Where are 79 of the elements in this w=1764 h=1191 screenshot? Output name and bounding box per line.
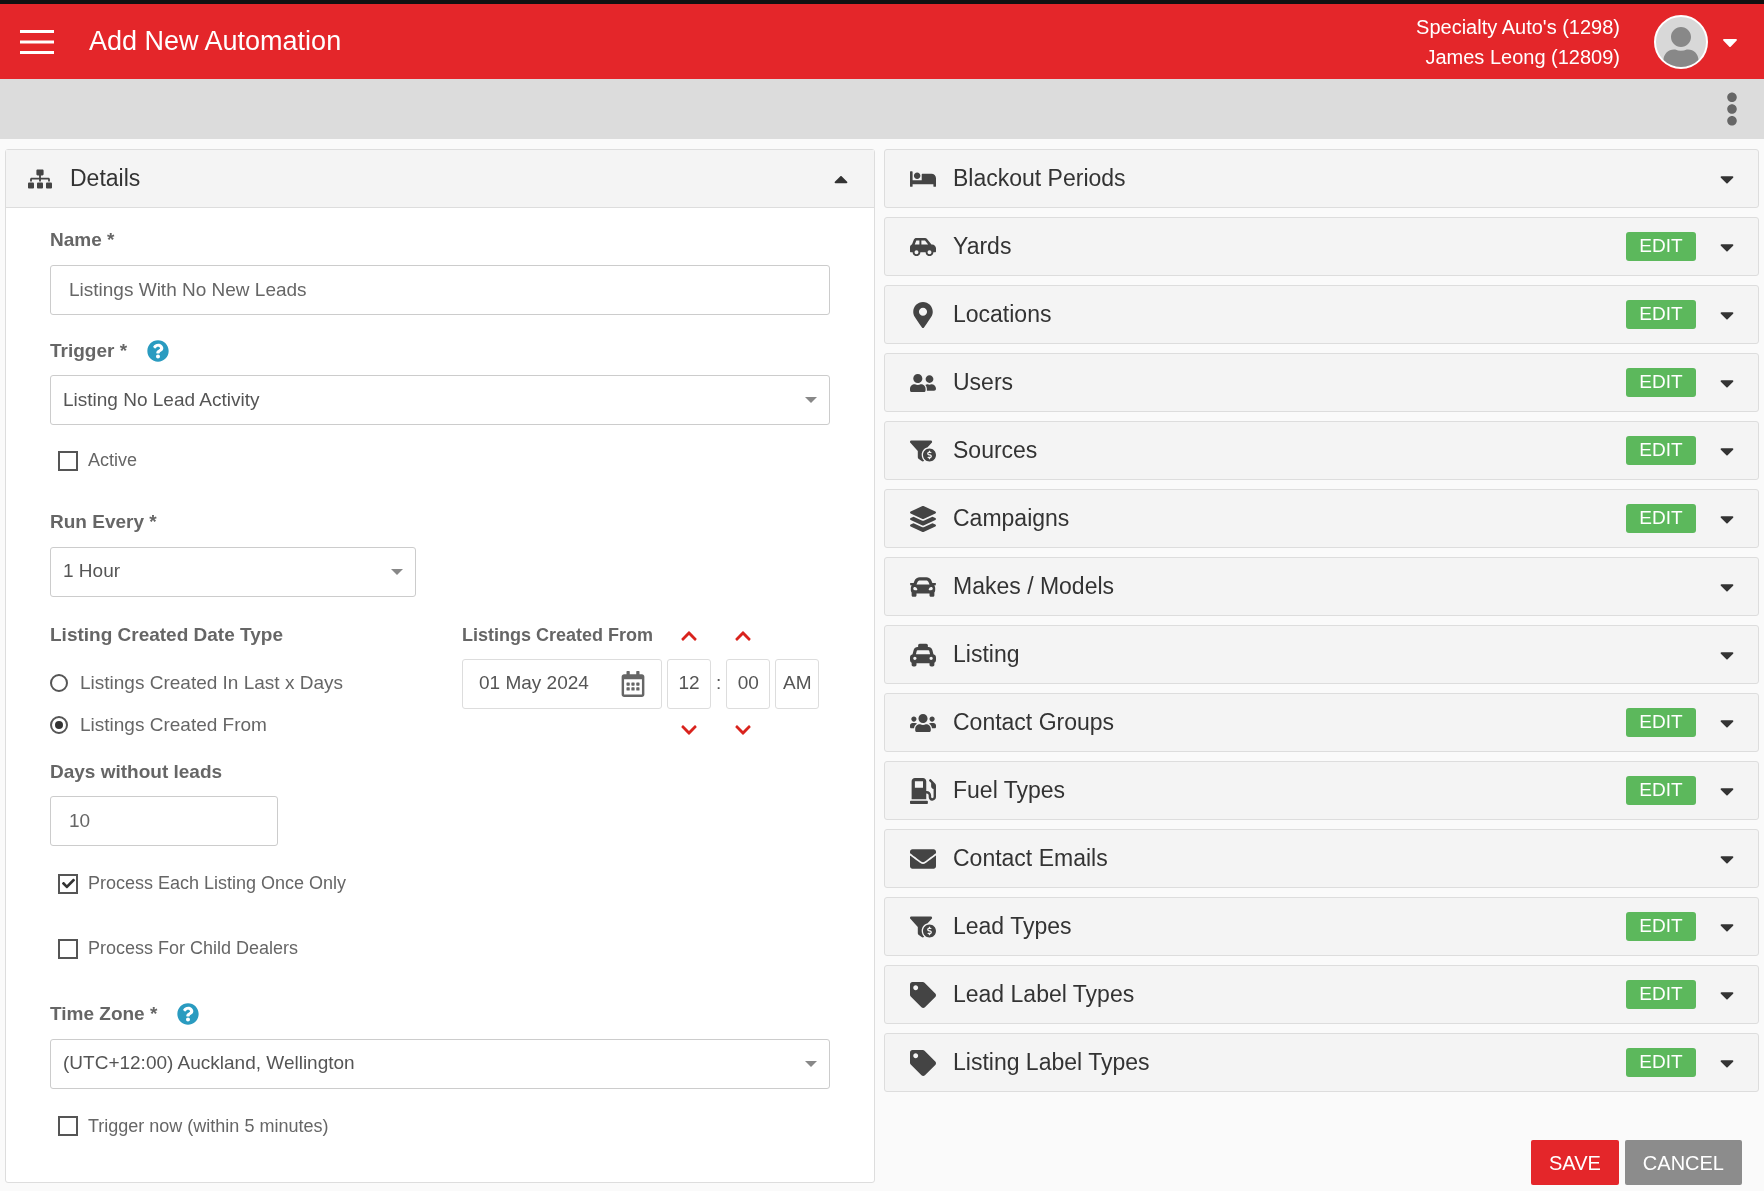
section-title: Lead Types: [953, 912, 1072, 942]
map-pin-icon: [910, 301, 936, 328]
period-field[interactable]: AM: [775, 658, 820, 709]
radio-button[interactable]: [50, 673, 68, 692]
section-header[interactable]: Fuel Types EDIT: [884, 761, 1759, 820]
time-separator: :: [716, 671, 722, 696]
panel-header[interactable]: Details: [6, 150, 874, 208]
section-title: Blackout Periods: [953, 164, 1126, 194]
panel-title: Details: [70, 164, 141, 194]
checkbox[interactable]: [58, 450, 78, 471]
section-header[interactable]: Listing Label Types EDIT: [884, 1033, 1759, 1092]
section-header[interactable]: Users EDIT: [884, 353, 1759, 412]
caret-down-icon: [805, 1060, 817, 1067]
checkbox[interactable]: [58, 1116, 78, 1136]
checkbox-label: Process Each Listing Once Only: [88, 872, 347, 895]
help-icon[interactable]: [147, 339, 170, 362]
calendar-icon: [621, 670, 645, 697]
menu-icon[interactable]: [20, 29, 54, 54]
section-header[interactable]: Makes / Models: [884, 557, 1759, 616]
caret-down-icon: [805, 397, 817, 403]
select-field[interactable]: 1 Hour: [50, 546, 416, 597]
avatar[interactable]: [1654, 14, 1708, 69]
radio-label: Listings Created From: [80, 713, 267, 737]
select-field[interactable]: Listing No Lead Activity: [50, 375, 830, 425]
field-label: Listings Created From: [462, 624, 655, 647]
checkbox-label: Trigger now (within 5 minutes): [88, 1114, 329, 1138]
section-header[interactable]: Campaigns EDIT: [884, 489, 1759, 548]
field-label: Name *: [50, 228, 115, 252]
radio-label: Listings Created In Last x Days: [80, 670, 343, 695]
section-header[interactable]: Blackout Periods: [884, 149, 1759, 208]
section-title: Campaigns: [953, 504, 1070, 534]
hour-field[interactable]: 12: [667, 658, 711, 709]
section-title: Listing: [953, 640, 1020, 670]
minute-field[interactable]: 00: [726, 658, 771, 709]
page-title: Add New Automation: [89, 25, 342, 59]
checkbox-label: Process For Child Dealers: [88, 937, 299, 960]
save-button[interactable]: SAVE: [1531, 1140, 1619, 1185]
field-label: Trigger *: [50, 338, 128, 363]
checkbox[interactable]: [58, 938, 78, 959]
caret-down-icon: [391, 568, 403, 575]
section-title: Contact Emails: [953, 844, 1108, 874]
section-title: Locations: [953, 300, 1052, 330]
select-field[interactable]: (UTC+12:00) Auckland, Wellington: [50, 1038, 830, 1089]
radio-button[interactable]: [50, 716, 68, 735]
section-title: Lead Label Types: [953, 980, 1135, 1010]
field-label: Time Zone *: [50, 1002, 158, 1026]
account-name: Specialty Auto's (1298): [1416, 14, 1620, 40]
section-header[interactable]: Contact Groups EDIT: [884, 693, 1759, 752]
date-field[interactable]: 01 May 2024: [462, 658, 662, 709]
days-field[interactable]: 10: [50, 796, 278, 846]
tag-icon: [910, 1049, 936, 1076]
section-header[interactable]: Lead Types EDIT: [884, 897, 1759, 956]
section-header[interactable]: Listing: [884, 625, 1759, 684]
check-icon: [61, 877, 75, 890]
section-title: Makes / Models: [953, 572, 1115, 602]
section-header[interactable]: Sources EDIT: [884, 421, 1759, 480]
field-label: Run Every *: [50, 510, 157, 534]
section-title: Yards: [953, 232, 1012, 262]
fuel-pump-icon: [910, 777, 936, 804]
help-icon[interactable]: [177, 1003, 200, 1026]
section-header[interactable]: Locations EDIT: [884, 285, 1759, 344]
tag-icon: [910, 981, 936, 1008]
name-field[interactable]: Listings With No New Leads: [50, 264, 830, 315]
section-title: Listing Label Types: [953, 1048, 1150, 1078]
section-title: Fuel Types: [953, 776, 1066, 806]
field-label: Listing Created Date Type: [50, 623, 283, 648]
section-title: Contact Groups: [953, 708, 1115, 738]
section-header[interactable]: Contact Emails: [884, 829, 1759, 888]
checkbox[interactable]: [58, 873, 78, 894]
sitemap-icon: [28, 166, 52, 191]
section-header[interactable]: Yards EDIT: [884, 217, 1759, 276]
taxi-icon: [910, 641, 936, 668]
field-label: Days without leads: [50, 759, 223, 784]
section-title: Users: [953, 368, 1014, 398]
section-title: Sources: [953, 436, 1038, 466]
checkbox-label: Active: [88, 449, 138, 472]
layers-icon: [910, 505, 936, 532]
section-header[interactable]: Lead Label Types EDIT: [884, 965, 1759, 1024]
user-name: James Leong (12809): [1425, 44, 1620, 70]
